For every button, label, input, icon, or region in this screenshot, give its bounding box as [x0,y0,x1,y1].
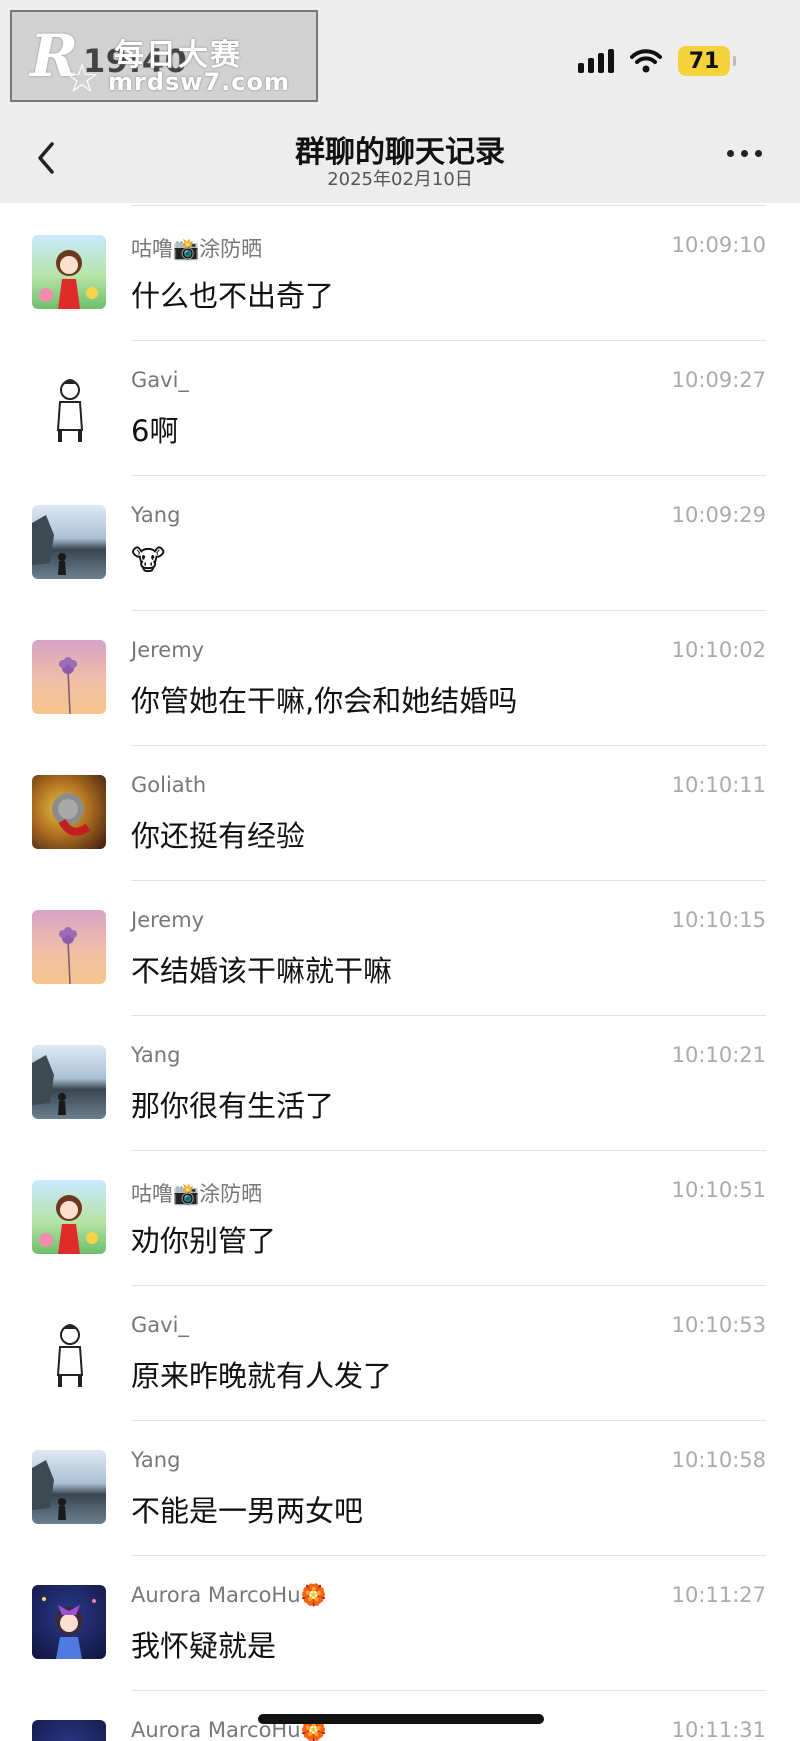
sender-name: 咕噜📸涂防晒 [131,1182,263,1206]
message-row[interactable]: Yang 10:09:29 🐮 [0,475,800,610]
message-time: 10:11:27 [671,1583,766,1607]
row-divider [131,1285,766,1286]
message-time: 10:10:02 [671,638,766,662]
sender-name: Yang [131,1043,181,1067]
avatar[interactable] [32,1180,106,1254]
avatar[interactable] [32,1450,106,1524]
message-row[interactable]: Aurora MarcoHu🏵️ 10:11:27 我怀疑就是 [0,1555,800,1690]
message-list[interactable]: 咕噜📸涂防晒 10:09:10 什么也不出奇了 Gavi_ 10:09:27 6… [0,205,800,1741]
avatar[interactable] [32,910,106,984]
row-divider [131,205,766,206]
message-row[interactable]: Goliath 10:10:11 你还挺有经验 [0,745,800,880]
more-dot [741,150,748,157]
message-row[interactable]: Gavi_ 10:09:27 6啊 [0,340,800,475]
more-button[interactable] [727,150,762,157]
row-divider [131,1150,766,1151]
message-row[interactable]: Jeremy 10:10:15 不结婚该干嘛就干嘛 [0,880,800,1015]
avatar[interactable] [32,1315,106,1389]
battery-indicator: 71 [678,46,736,76]
sender-name: Gavi_ [131,368,189,392]
message-text: 6啊 [131,414,179,448]
avatar[interactable] [32,370,106,444]
page-date: 2025年02月10日 [327,169,473,190]
message-time: 10:09:10 [671,233,766,257]
message-time: 10:10:51 [671,1178,766,1202]
message-time: 10:10:58 [671,1448,766,1472]
row-divider [131,745,766,746]
message-row[interactable]: 咕噜📸涂防晒 10:09:10 什么也不出奇了 [0,205,800,340]
avatar[interactable] [32,1720,106,1741]
watermark-logo: R ☆ 每日大赛 mrdsw7.com [10,10,318,102]
message-text: 劝你别管了 [131,1224,277,1258]
avatar[interactable] [32,1585,106,1659]
watermark-url: mrdsw7.com [108,68,291,96]
message-row[interactable]: Jeremy 10:10:02 你管她在干嘛,你会和她结婚吗 [0,610,800,745]
star-icon: ☆ [64,56,100,102]
message-row[interactable]: 咕噜📸涂防晒 10:10:51 劝你别管了 [0,1150,800,1285]
more-dot [727,150,734,157]
avatar[interactable] [32,640,106,714]
row-divider [131,475,766,476]
chat-history-screen: 19:40 71 R ☆ 每日大赛 mrdsw7.com 群聊的聊天记录 202… [0,0,800,1741]
sender-name: Jeremy [131,908,205,932]
avatar[interactable] [32,235,106,309]
sender-name: Yang [131,1448,181,1472]
row-divider [131,880,766,881]
sender-name: Aurora MarcoHu🏵️ [131,1583,327,1607]
signal-icon [578,49,614,73]
row-divider [131,1015,766,1016]
row-divider [131,340,766,341]
message-text: 不能是一男两女吧 [131,1494,364,1528]
message-text: 那你很有生活了 [131,1089,335,1123]
message-time: 10:10:15 [671,908,766,932]
message-text: 你还挺有经验 [131,819,306,853]
row-divider [131,1420,766,1421]
message-row[interactable]: Gavi_ 10:10:53 原来昨晚就有人发了 [0,1285,800,1420]
sender-name: Goliath [131,773,207,797]
sender-name: Gavi_ [131,1313,189,1337]
message-row[interactable]: Yang 10:10:21 那你很有生活了 [0,1015,800,1150]
sender-name: Jeremy [131,638,205,662]
avatar[interactable] [32,1045,106,1119]
wifi-icon [630,49,662,73]
more-dot [755,150,762,157]
message-time: 10:10:21 [671,1043,766,1067]
top-bar: 19:40 71 R ☆ 每日大赛 mrdsw7.com 群聊的聊天记录 202… [0,0,800,203]
row-divider [131,1555,766,1556]
message-time: 10:09:27 [671,368,766,392]
row-divider [131,610,766,611]
row-divider [131,1690,766,1691]
avatar[interactable] [32,505,106,579]
message-text: 🐮 [131,543,166,577]
message-text: 你管她在干嘛,你会和她结婚吗 [131,684,518,718]
message-time: 10:09:29 [671,503,766,527]
message-time: 10:11:31 [671,1718,766,1741]
home-indicator[interactable] [258,1714,544,1724]
message-text: 我怀疑就是 [131,1629,277,1663]
message-text: 不结婚该干嘛就干嘛 [131,954,393,988]
message-text: 什么也不出奇了 [131,279,335,313]
status-icons: 71 [578,46,736,76]
message-text: 原来昨晚就有人发了 [131,1359,393,1393]
sender-name: Yang [131,503,181,527]
avatar[interactable] [32,775,106,849]
message-row[interactable]: Yang 10:10:58 不能是一男两女吧 [0,1420,800,1555]
message-time: 10:10:11 [671,773,766,797]
sender-name: 咕噜📸涂防晒 [131,237,263,261]
message-time: 10:10:53 [671,1313,766,1337]
